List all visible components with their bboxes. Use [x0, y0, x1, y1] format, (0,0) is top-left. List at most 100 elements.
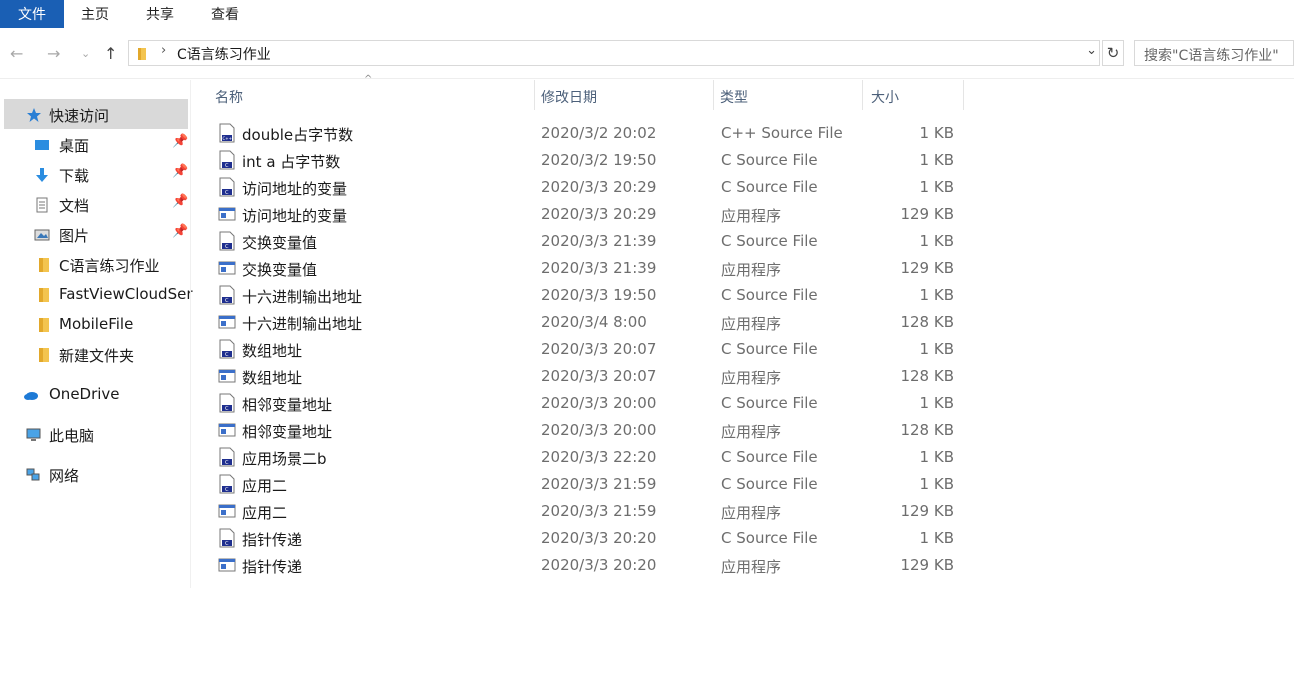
folder-icon — [39, 318, 49, 332]
sidebar-item-pictures[interactable]: 图片 📌 — [0, 219, 190, 249]
file-date: 2020/3/3 21:59 — [541, 475, 657, 493]
column-header-name[interactable]: 名称 — [208, 80, 534, 110]
column-resize-handle[interactable] — [963, 80, 964, 110]
pin-icon[interactable]: 📌 — [172, 134, 188, 149]
file-date: 2020/3/3 20:07 — [541, 340, 657, 358]
column-header-date[interactable]: 修改日期 — [535, 80, 713, 110]
sidebar-item-label: 桌面 — [59, 137, 90, 155]
table-row[interactable]: 访问地址的变量 2020/3/3 20:29 应用程序 129 KB — [212, 201, 964, 228]
svg-text:C: C — [225, 352, 229, 358]
address-bar[interactable]: › C语言练习作业 ⌄ — [128, 40, 1100, 66]
exe-icon — [218, 315, 236, 329]
svg-text:C: C — [225, 487, 229, 493]
ribbon-tab-share[interactable]: 共享 — [146, 2, 174, 28]
sidebar-item-label: MobileFile — [59, 315, 134, 333]
file-size: 1 KB — [919, 475, 954, 493]
network-icon — [26, 468, 40, 481]
column-header-size[interactable]: 大小 — [863, 80, 963, 110]
sidebar-item-folder[interactable]: MobileFile — [0, 309, 190, 339]
column-header-type[interactable]: 类型 — [714, 80, 862, 110]
file-date: 2020/3/3 20:29 — [541, 178, 657, 196]
file-size: 1 KB — [919, 448, 954, 466]
table-row[interactable]: C 访问地址的变量 2020/3/3 20:29 C Source File 1 KB — [212, 174, 964, 201]
ribbon-tab-home[interactable]: 主页 — [81, 2, 109, 28]
c-file-icon: C — [219, 150, 235, 170]
search-input[interactable]: 搜索"C语言练习作业" — [1134, 40, 1294, 66]
file-date: 2020/3/3 20:00 — [541, 421, 657, 439]
file-type: 应用程序 — [721, 504, 782, 522]
sidebar-item-quick-access[interactable]: 快速访问 — [4, 99, 188, 129]
exe-icon — [218, 558, 236, 572]
star-icon — [27, 108, 41, 122]
table-row[interactable]: 指针传递 2020/3/3 20:20 应用程序 129 KB — [212, 552, 964, 579]
sidebar-item-this-pc[interactable]: 此电脑 — [0, 419, 190, 449]
sidebar-item-desktop[interactable]: 桌面 📌 — [0, 129, 190, 159]
sidebar-item-documents[interactable]: 文档 📌 — [0, 189, 190, 219]
table-row[interactable]: 应用二 2020/3/3 21:59 应用程序 129 KB — [212, 498, 964, 525]
file-type: C Source File — [721, 151, 818, 169]
sidebar-item-label: 此电脑 — [49, 427, 95, 445]
sidebar-item-folder[interactable]: C语言练习作业 — [0, 249, 190, 279]
pin-icon[interactable]: 📌 — [172, 164, 188, 179]
pin-icon[interactable]: 📌 — [172, 194, 188, 209]
file-type: 应用程序 — [721, 261, 782, 279]
table-row[interactable]: C 应用场景二b 2020/3/3 22:20 C Source File 1 KB — [212, 444, 964, 471]
c-file-icon: C — [219, 447, 235, 467]
svg-text:C: C — [225, 190, 229, 196]
recent-chevron-icon[interactable]: ⌄ — [81, 47, 90, 60]
table-row[interactable]: C 交换变量值 2020/3/3 21:39 C Source File 1 KB — [212, 228, 964, 255]
file-type: 应用程序 — [721, 558, 782, 576]
ribbon-tab-file[interactable]: 文件 — [0, 0, 64, 28]
sidebar-item-folder[interactable]: 新建文件夹 — [0, 339, 190, 369]
chevron-down-icon[interactable]: ⌄ — [1086, 43, 1097, 58]
file-date: 2020/3/3 20:07 — [541, 367, 657, 385]
file-date: 2020/3/3 22:20 — [541, 448, 657, 466]
up-arrow-icon[interactable]: ↑ — [104, 44, 117, 63]
ribbon: 文件 主页 共享 查看 — [0, 0, 1294, 30]
table-row[interactable]: Cint a 占字节数 2020/3/2 19:50 C Source File 1 … — [212, 147, 964, 174]
table-row[interactable]: 数组地址 2020/3/3 20:07 应用程序 128 KB — [212, 363, 964, 390]
c-file-icon: C — [219, 285, 235, 305]
pin-icon[interactable]: 📌 — [172, 224, 188, 239]
table-row[interactable]: C 十六进制输出地址 2020/3/3 19:50 C Source File 1 KB — [212, 282, 964, 309]
file-size: 129 KB — [900, 502, 954, 520]
back-arrow-icon[interactable]: ← — [10, 44, 23, 63]
file-type: C Source File — [721, 475, 818, 493]
c-file-icon: C — [219, 474, 235, 494]
file-name: 数组地址 — [242, 342, 303, 360]
ribbon-tab-view[interactable]: 查看 — [211, 2, 239, 28]
table-row[interactable]: 十六进制输出地址 2020/3/4 8:00 应用程序 128 KB — [212, 309, 964, 336]
sidebar-item-network[interactable]: 网络 — [0, 459, 190, 489]
sidebar-item-folder[interactable]: FastViewCloudSer — [0, 279, 193, 309]
table-row[interactable]: C++ double占字节数 2020/3/2 20:02 C++ Source Fi… — [212, 120, 964, 147]
file-size: 128 KB — [900, 421, 954, 439]
column-header-label: 大小 — [871, 90, 899, 106]
breadcrumb-current[interactable]: C语言练习作业 — [177, 44, 271, 64]
file-date: 2020/3/2 20:02 — [541, 124, 657, 142]
file-date: 2020/3/3 21:39 — [541, 232, 657, 250]
table-row[interactable]: 交换变量值 2020/3/3 21:39 应用程序 129 KB — [212, 255, 964, 282]
file-type: C Source File — [721, 232, 818, 250]
file-size: 1 KB — [919, 286, 954, 304]
sidebar-item-label: 新建文件夹 — [59, 347, 135, 365]
refresh-button[interactable]: ↻ — [1102, 40, 1124, 66]
sidebar-item-downloads[interactable]: 下载 📌 — [0, 159, 190, 189]
sidebar-item-onedrive[interactable]: OneDrive — [0, 379, 190, 409]
file-type: C Source File — [721, 286, 818, 304]
document-icon — [36, 197, 48, 213]
file-name: int a 占字节数 — [242, 153, 341, 171]
forward-arrow-icon[interactable]: → — [47, 44, 60, 63]
file-date: 2020/3/3 20:29 — [541, 205, 657, 223]
table-row[interactable]: C 应用二 2020/3/3 21:59 C Source File 1 KB — [212, 471, 964, 498]
file-size: 1 KB — [919, 151, 954, 169]
svg-text:C: C — [225, 406, 229, 412]
table-row[interactable]: 相邻变量地址 2020/3/3 20:00 应用程序 128 KB — [212, 417, 964, 444]
file-type: C++ Source File — [721, 124, 843, 142]
table-row[interactable]: C 数组地址 2020/3/3 20:07 C Source File 1 KB — [212, 336, 964, 363]
breadcrumb-chevron-icon: › — [161, 43, 167, 58]
file-type: C Source File — [721, 448, 818, 466]
table-row[interactable]: C 相邻变量地址 2020/3/3 20:00 C Source File 1 KB — [212, 390, 964, 417]
table-row[interactable]: C 指针传递 2020/3/3 20:20 C Source File 1 KB — [212, 525, 964, 552]
file-size: 1 KB — [919, 529, 954, 547]
file-date: 2020/3/3 19:50 — [541, 286, 657, 304]
